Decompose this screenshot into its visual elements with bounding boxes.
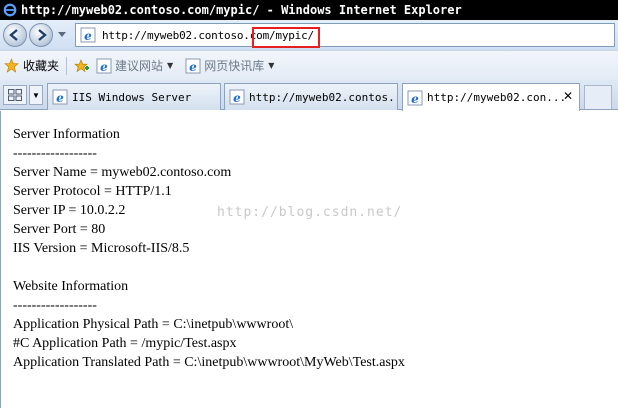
web-slice-gallery-button[interactable]: e 网页快讯库 ▼ [182, 55, 277, 77]
ie-page-icon: e [229, 89, 245, 105]
ie-page-icon: e [80, 27, 96, 43]
chevron-down-icon: ▼ [268, 61, 275, 70]
tab-active-mypic[interactable]: e http://myweb02.con... ✕ [402, 83, 580, 111]
ie-app-icon [2, 2, 18, 18]
tab-iis-windows-server[interactable]: e IIS Windows Server [47, 83, 221, 110]
quick-tabs-grid-icon [8, 89, 22, 101]
ie-page-icon: e [407, 90, 423, 106]
content-line: Server Port = 80 [13, 222, 106, 237]
content-line: IIS Version = Microsoft-IIS/8.5 [13, 241, 190, 256]
new-tab-button[interactable] [584, 85, 612, 109]
window-title-bar: http://myweb02.contoso.com/mypic/ - Wind… [0, 0, 618, 20]
tab-bar: ▼ e IIS Windows Server e http://myweb02.… [0, 80, 618, 111]
add-to-favorites-bar-button[interactable] [71, 55, 93, 77]
svg-text:e: e [233, 91, 241, 105]
chevron-down-icon: ▼ [167, 61, 174, 70]
tab-label: IIS Windows Server [72, 90, 192, 104]
ie-page-icon: e [52, 89, 68, 105]
chevron-down-icon [58, 32, 66, 37]
window-title: http://myweb02.contoso.com/mypic/ - Wind… [21, 3, 462, 17]
content-line: Server Protocol = HTTP/1.1 [13, 184, 172, 199]
star-icon [4, 58, 19, 73]
ie-page-icon: e [185, 58, 201, 74]
server-info-text: Server Information ------------------ Se… [13, 125, 405, 372]
forward-arrow-icon [38, 29, 47, 41]
favorites-button[interactable]: 收藏夹 [0, 55, 62, 77]
close-tab-icon[interactable]: ✕ [563, 89, 573, 103]
content-line [13, 258, 405, 277]
content-line: Server Information [13, 127, 120, 142]
svg-text:e: e [84, 29, 92, 43]
favorites-bar: 收藏夹 e 建议网站 ▼ e 网页快讯库 ▼ [0, 50, 618, 80]
ie-page-icon: e [96, 58, 112, 74]
quick-tabs-button[interactable] [3, 85, 27, 105]
navigation-bar: e [0, 20, 618, 50]
tab-label: http://myweb02.contos... [249, 90, 398, 104]
recent-pages-dropdown[interactable] [57, 29, 67, 41]
page-content: Server Information ------------------ Se… [0, 111, 618, 408]
svg-text:e: e [411, 92, 419, 106]
address-bar[interactable]: e [75, 23, 615, 48]
watermark: http://blog.csdn.net/ [217, 205, 403, 220]
content-line: Website Information [13, 279, 129, 294]
content-line: Server Name = myweb02.contoso.com [13, 165, 232, 180]
address-input[interactable] [102, 28, 522, 42]
chevron-down-icon: ▼ [32, 90, 40, 100]
content-line: ------------------ [13, 298, 97, 313]
favorites-separator [66, 56, 68, 75]
suggested-sites-label: 建议网站 [115, 59, 164, 73]
suggested-sites-button[interactable]: e 建议网站 ▼ [93, 55, 176, 77]
back-arrow-icon [9, 29, 18, 41]
svg-text:e: e [56, 91, 64, 105]
content-line: #C Application Path = /mypic/Test.aspx [13, 336, 237, 351]
tab-label: http://myweb02.con... [427, 91, 567, 104]
web-slice-gallery-label: 网页快讯库 [204, 59, 265, 73]
tab-list-dropdown[interactable]: ▼ [29, 85, 43, 105]
add-favorite-star-icon [74, 58, 90, 72]
content-line: Application Physical Path = C:\inetpub\w… [13, 317, 294, 332]
content-line: ------------------ [13, 146, 97, 161]
favorites-label: 收藏夹 [23, 59, 60, 73]
svg-text:e: e [189, 60, 197, 74]
tab-myweb02-contoso[interactable]: e http://myweb02.contos... [224, 83, 398, 110]
svg-text:e: e [100, 60, 108, 74]
forward-button[interactable] [29, 23, 53, 47]
content-line: Application Translated Path = C:\inetpub… [13, 355, 405, 370]
back-button[interactable] [3, 23, 27, 47]
